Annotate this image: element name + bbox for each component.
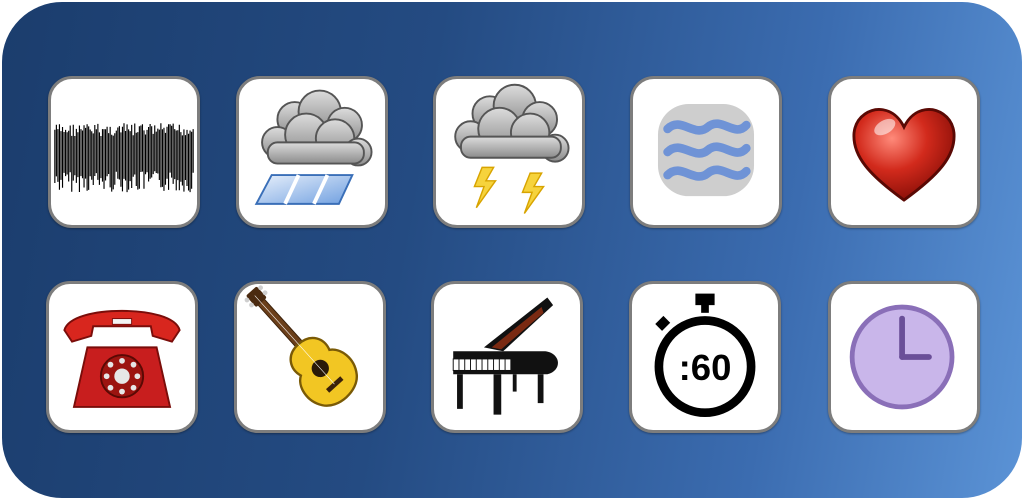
stopwatch-icon: :60 — [654, 293, 756, 418]
heartbeat-button[interactable] — [828, 76, 980, 228]
acoustic-guitar-icon — [244, 285, 358, 407]
wind-waves-icon — [657, 103, 755, 197]
heart-icon — [852, 108, 956, 202]
stopwatch-text: :60 — [679, 347, 732, 388]
clock-icon — [849, 304, 955, 410]
piano-button[interactable] — [431, 281, 583, 433]
timer-button[interactable]: :60 — [629, 281, 781, 433]
thunderstorm-button[interactable] — [433, 76, 585, 228]
guitar-button[interactable] — [234, 281, 386, 433]
grand-piano-icon — [452, 297, 558, 415]
rain-button[interactable] — [236, 76, 388, 228]
clock-button[interactable] — [828, 281, 980, 433]
sound-board-panel: :60 — [2, 2, 1022, 498]
rain-cloud-icon — [254, 89, 373, 205]
static-noise-icon — [54, 123, 194, 193]
telephone-button[interactable] — [46, 281, 198, 433]
static-noise-button[interactable] — [48, 76, 200, 228]
wind-button[interactable] — [630, 76, 782, 228]
thunderstorm-icon — [454, 83, 570, 214]
red-telephone-icon — [63, 309, 181, 408]
